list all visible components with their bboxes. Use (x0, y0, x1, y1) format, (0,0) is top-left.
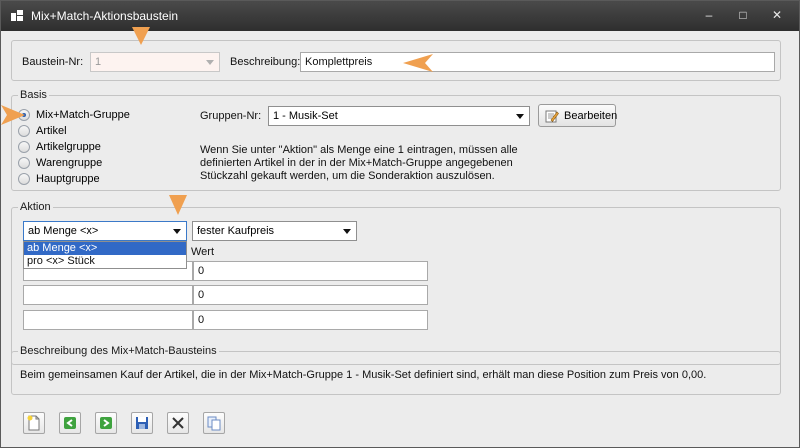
aktion-group: Aktion ab Menge <x> fester Kaufpreis Wer… (11, 201, 781, 365)
form-content: Baustein-Nr: 1 Beschreibung: Komplettpre… (3, 31, 797, 447)
edit-icon (545, 109, 559, 123)
wert-input[interactable]: 0 (193, 285, 428, 305)
price-type-combo[interactable]: fester Kaufpreis (192, 221, 357, 241)
radio-mix-match[interactable]: Mix+Match-Gruppe (18, 107, 130, 123)
delete-button[interactable] (167, 412, 189, 434)
baustein-label: Baustein-Nr: (22, 56, 84, 68)
title-bar: Mix+Match-Aktionsbaustein – □ ✕ (1, 1, 799, 31)
app-icon (11, 10, 23, 21)
copy-icon (207, 416, 221, 431)
header-group: Baustein-Nr: 1 Beschreibung: Komplettpre… (11, 40, 781, 81)
save-icon (136, 417, 148, 429)
new-icon (27, 415, 40, 431)
radio-icon (18, 141, 30, 153)
wert-input[interactable]: 0 (193, 310, 428, 330)
aktion-legend: Aktion (18, 201, 53, 213)
radio-artikel[interactable]: Artikel (18, 123, 67, 139)
marker-arrow-left-icon (403, 54, 433, 72)
save-button[interactable] (131, 412, 153, 434)
beschreibung-input[interactable]: Komplettpreis (300, 52, 775, 72)
radio-label: Mix+Match-Gruppe (36, 109, 130, 121)
radio-icon (18, 173, 30, 185)
chevron-down-icon (206, 60, 214, 65)
close-button[interactable]: ✕ (766, 7, 788, 23)
copy-button[interactable] (203, 412, 225, 434)
gruppen-combo[interactable]: 1 - Musik-Set (268, 106, 530, 126)
info-text-line-1: Wenn Sie unter "Aktion" als Menge eine 1… (200, 144, 518, 156)
bearbeiten-button[interactable]: Bearbeiten (538, 104, 618, 127)
marker-arrow-down-icon (132, 27, 150, 45)
beschreibung-group: Beschreibung des Mix+Match-Bausteins Bei… (11, 345, 781, 395)
gruppen-label: Gruppen-Nr: (200, 110, 262, 122)
info-text-line-3: Stückzahl gekauft werden, um die Sondera… (200, 170, 495, 182)
back-icon (64, 417, 76, 429)
wert-input[interactable]: 0 (193, 261, 428, 281)
minimize-button[interactable]: – (698, 7, 720, 23)
maximize-button[interactable]: □ (732, 7, 754, 23)
beschreibung-text: Beim gemeinsamen Kauf der Artikel, die i… (20, 369, 707, 381)
forward-button[interactable] (95, 412, 117, 434)
baustein-value: 1 (95, 56, 102, 68)
radio-label: Artikelgruppe (36, 141, 101, 153)
delete-icon (172, 417, 184, 429)
bearbeiten-label: Bearbeiten (564, 109, 618, 122)
forward-icon (100, 417, 112, 429)
wert-header: Wert (191, 246, 215, 258)
radio-icon (18, 157, 30, 169)
aktion-mode-dropdown: ab Menge <x> pro <x> Stück (23, 241, 187, 269)
aktion-mode-combo[interactable]: ab Menge <x> (23, 221, 187, 241)
new-button[interactable] (23, 412, 45, 434)
baustein-combo[interactable]: 1 (90, 52, 220, 72)
gruppen-value: 1 - Musik-Set (273, 110, 338, 122)
radio-label: Hauptgruppe (36, 173, 100, 185)
chevron-down-icon (173, 229, 181, 234)
menge-input[interactable] (23, 310, 193, 330)
menge-input[interactable] (23, 285, 193, 305)
radio-artikelgruppe[interactable]: Artikelgruppe (18, 139, 101, 155)
back-button[interactable] (59, 412, 81, 434)
radio-label: Artikel (36, 125, 67, 137)
beschreibung-legend: Beschreibung des Mix+Match-Bausteins (18, 345, 219, 357)
dropdown-option[interactable]: pro <x> Stück (24, 255, 186, 268)
price-type-value: fester Kaufpreis (197, 225, 275, 237)
beschreibung-label: Beschreibung: (230, 56, 301, 68)
radio-icon (18, 125, 30, 137)
radio-hauptgruppe[interactable]: Hauptgruppe (18, 171, 100, 187)
window-title: Mix+Match-Aktionsbaustein (31, 9, 179, 23)
chevron-down-icon (343, 229, 351, 234)
marker-arrow-down-icon (169, 195, 187, 215)
chevron-down-icon (516, 114, 524, 119)
main-window: Mix+Match-Aktionsbaustein – □ ✕ Baustein… (0, 0, 800, 448)
dropdown-option[interactable]: ab Menge <x> (24, 242, 186, 255)
info-text-line-2: definierten Artikel in der in der Mix+Ma… (200, 157, 513, 169)
marker-arrow-right-icon (1, 105, 25, 125)
basis-group: Basis Mix+Match-Gruppe Artikel Artikelgr… (11, 89, 781, 191)
radio-label: Warengruppe (36, 157, 103, 169)
aktion-mode-value: ab Menge <x> (28, 225, 99, 237)
basis-legend: Basis (18, 89, 49, 101)
radio-warengruppe[interactable]: Warengruppe (18, 155, 102, 171)
